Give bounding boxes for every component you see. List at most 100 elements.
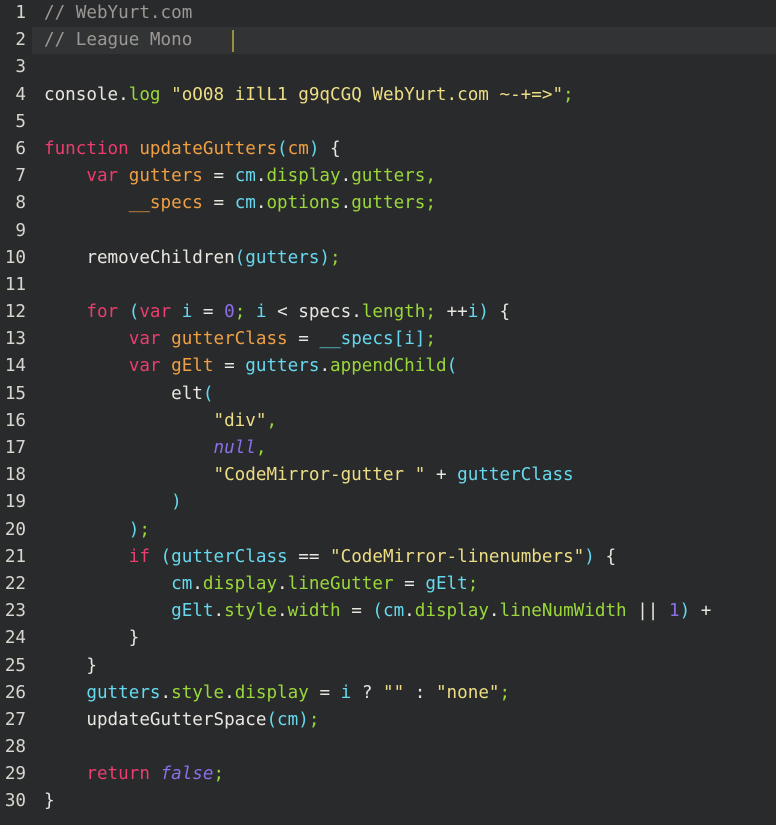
code-line[interactable]: 1 // WebYurt.com [0,0,776,27]
code-token: . [277,573,288,594]
code-line[interactable]: 17 null, [0,435,776,462]
line-number[interactable]: 30 [0,788,26,815]
code-line[interactable]: 19 ) [0,489,776,516]
code-line[interactable]: 20 ); [0,517,776,544]
line-number[interactable]: 23 [0,598,26,625]
line-number[interactable]: 25 [0,653,26,680]
code-line[interactable]: 8 __specs = cm.options.gutters; [0,190,776,217]
line-number[interactable]: 21 [0,544,26,571]
code-line-text[interactable]: elt( [44,381,213,408]
code-editor[interactable]: 1 // WebYurt.com 2 // League Mono 3 4 console… [0,0,776,825]
line-number[interactable]: 4 [0,82,26,109]
line-number[interactable]: 18 [0,462,26,489]
code-line-text[interactable]: null, [44,435,266,462]
code-line-text[interactable]: for (var i = 0; i < specs.length; ++i) { [44,299,510,326]
code-line[interactable]: 4 console.log "oO08 iIlL1 g9qCGQ WebYurt.… [0,82,776,109]
code-line[interactable]: 11 [0,272,776,299]
code-line-text[interactable]: cm.display.lineGutter = gElt; [44,571,478,598]
code-line-text[interactable]: function updateGutters(cm) { [44,136,341,163]
code-line[interactable]: 13 var gutterClass = __specs[i]; [0,326,776,353]
line-number[interactable]: 6 [0,136,26,163]
code-token: ( [372,601,383,622]
line-number[interactable]: 7 [0,163,26,190]
code-line-text[interactable]: return false; [44,761,224,788]
code-line-text[interactable]: // WebYurt.com [44,0,192,27]
line-number[interactable]: 29 [0,761,26,788]
code-line-text[interactable]: ); [44,517,150,544]
code-line[interactable]: 3 [0,54,776,81]
code-line[interactable]: 29 return false; [0,761,776,788]
code-line-text[interactable]: ) [44,489,182,516]
code-line-text[interactable]: gElt.style.width = (cm.display.lineNumWi… [44,598,711,625]
code-lines-container[interactable]: 1 // WebYurt.com 2 // League Mono 3 4 console… [0,0,776,816]
code-line[interactable]: 14 var gElt = gutters.appendChild( [0,353,776,380]
code-line-text[interactable]: __specs = cm.options.gutters; [44,190,436,217]
code-line-text[interactable]: removeChildren(gutters); [44,245,340,272]
line-number[interactable]: 20 [0,517,26,544]
code-token: var [139,302,172,323]
code-line[interactable]: 15 elt( [0,381,776,408]
code-line-text[interactable]: console.log "oO08 iIlL1 g9qCGQ WebYurt.c… [44,82,574,109]
code-line-text[interactable]: var gElt = gutters.appendChild( [44,353,457,380]
code-line[interactable]: 7 var gutters = cm.display.gutters, [0,163,776,190]
line-number[interactable]: 17 [0,435,26,462]
line-number[interactable]: 22 [0,571,26,598]
code-token: updateGutterSpace [86,709,267,730]
code-line-text[interactable]: var gutterClass = __specs[i]; [44,326,436,353]
code-line[interactable]: 16 "div", [0,408,776,435]
line-number[interactable]: 3 [0,54,26,81]
code-line[interactable]: 23 gElt.style.width = (cm.display.lineNu… [0,598,776,625]
code-token: ; [425,193,436,214]
line-number[interactable]: 16 [0,408,26,435]
code-line[interactable]: 2 // League Mono [0,27,776,55]
code-line-text[interactable]: "div", [44,408,277,435]
code-line[interactable]: 28 [0,734,776,761]
line-number[interactable]: 24 [0,625,26,652]
line-number[interactable]: 12 [0,299,26,326]
code-line[interactable]: 26 gutters.style.display = i ? "" : "non… [0,680,776,707]
code-line-text[interactable]: } [44,653,97,680]
line-number[interactable]: 8 [0,190,26,217]
code-line[interactable]: 21 if (gutterClass == "CodeMirror-linenu… [0,544,776,571]
code-line[interactable]: 18 "CodeMirror-gutter " + gutterClass [0,462,776,489]
code-token: gElt [171,356,214,377]
code-line[interactable]: 6 function updateGutters(cm) { [0,136,776,163]
code-line[interactable]: 10 removeChildren(gutters); [0,245,776,272]
line-number[interactable]: 26 [0,680,26,707]
line-number[interactable]: 1 [0,0,26,27]
code-line-text[interactable]: } [44,788,55,815]
code-line[interactable]: 22 cm.display.lineGutter = gElt; [0,571,776,598]
line-number[interactable]: 9 [0,218,26,245]
code-token: ; [308,709,320,730]
code-line[interactable]: 24 } [0,625,776,652]
line-number[interactable]: 2 [0,27,26,54]
code-line-text[interactable]: gutters.style.display = i ? "" : "none"; [44,680,510,707]
line-number[interactable]: 10 [0,245,26,272]
code-line[interactable]: 9 [0,218,776,245]
code-line-text[interactable]: } [44,625,140,652]
code-line[interactable]: 25 } [0,653,776,680]
code-line-text[interactable]: "CodeMirror-gutter " + gutterClass [44,462,573,489]
code-line-text[interactable]: // League Mono [44,27,203,54]
code-line[interactable]: 5 [0,109,776,136]
line-number[interactable]: 28 [0,734,26,761]
line-number[interactable]: 11 [0,272,26,299]
code-line-text[interactable]: if (gutterClass == "CodeMirror-linenumbe… [44,544,616,571]
line-number[interactable]: 14 [0,353,26,380]
code-line-text[interactable]: updateGutterSpace(cm); [44,707,319,734]
line-number[interactable]: 15 [0,381,26,408]
line-number[interactable]: 13 [0,326,26,353]
line-number[interactable]: 19 [0,489,26,516]
code-token: cm [287,138,309,159]
code-line[interactable]: 12 for (var i = 0; i < specs.length; ++i… [0,299,776,326]
code-line[interactable]: 27 updateGutterSpace(cm); [0,707,776,734]
code-line-text[interactable]: var gutters = cm.display.gutters, [44,163,436,190]
line-number[interactable]: 5 [0,109,26,136]
line-number[interactable]: 27 [0,707,26,734]
code-line[interactable]: 30} [0,788,776,815]
